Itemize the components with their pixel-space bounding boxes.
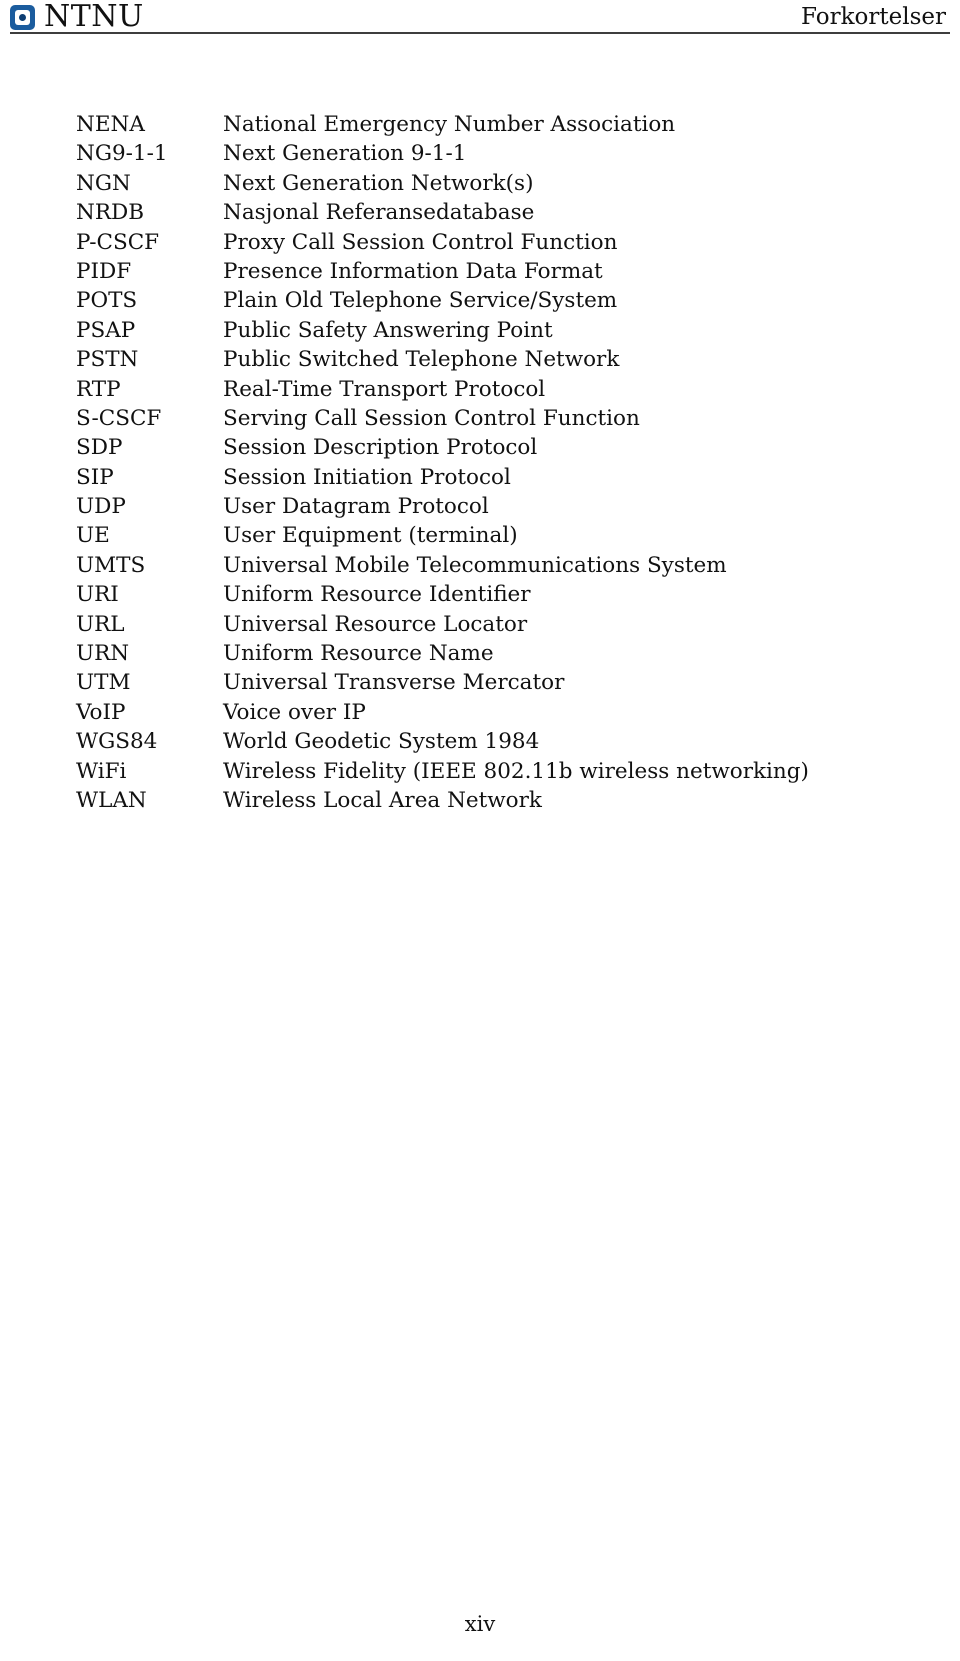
abbreviation-term: WGS84 (76, 729, 158, 755)
abbreviation-term: SDP (76, 435, 123, 461)
abbreviation-row: NG9-1-1 Next Generation 9-1-1 (76, 139, 936, 168)
abbreviation-term: UDP (76, 494, 126, 520)
ntnu-wordmark: NTNU (44, 0, 144, 34)
abbreviation-term: URN (76, 641, 130, 667)
abbreviation-definition: Serving Call Session Control Function (223, 405, 640, 431)
abbreviation-row: UTM Universal Transverse Mercator (76, 668, 936, 697)
abbreviation-row: UE User Equipment (terminal) (76, 521, 936, 550)
logo-inner-frame (15, 9, 30, 25)
abbreviation-row: UMTS Universal Mobile Telecommunications … (76, 551, 936, 580)
abbreviation-row: WLAN Wireless Local Area Network (76, 786, 936, 815)
ntnu-square-logo-icon (10, 4, 35, 30)
abbreviation-term: NG9-1-1 (76, 141, 168, 167)
abbreviation-term: WiFi (76, 758, 127, 784)
abbreviation-row: PIDF Presence Information Data Format (76, 257, 936, 286)
abbreviation-term: UTM (76, 670, 131, 696)
abbreviation-definition: World Geodetic System 1984 (223, 729, 540, 755)
abbreviation-definition: Next Generation Network(s) (223, 170, 534, 196)
abbreviation-definition: Proxy Call Session Control Function (223, 229, 618, 255)
abbreviation-row: SDP Session Description Protocol (76, 433, 936, 462)
abbreviation-definition: Uniform Resource Identifier (223, 582, 531, 608)
abbreviation-term: NGN (76, 170, 131, 196)
abbreviation-term: POTS (76, 288, 138, 314)
header-brand: NTNU (10, 2, 144, 32)
abbreviation-row: URI Uniform Resource Identifier (76, 580, 936, 609)
abbreviation-definition: Voice over IP (223, 699, 366, 725)
abbreviation-definition: Wireless Fidelity (IEEE 802.11b wireless… (223, 758, 809, 784)
abbreviation-term: PIDF (76, 258, 132, 284)
abbreviation-definition: Session Description Protocol (223, 435, 538, 461)
abbreviation-definition: National Emergency Number Association (223, 112, 676, 137)
abbreviation-row: UDP User Datagram Protocol (76, 492, 936, 521)
abbreviation-definition: Wireless Local Area Network (223, 787, 542, 813)
abbreviation-row: SIP Session Initiation Protocol (76, 463, 936, 492)
abbreviation-term: URI (76, 582, 119, 608)
abbreviation-definition: User Datagram Protocol (223, 494, 489, 520)
page-header: NTNU Forkortelser (0, 0, 960, 34)
abbreviation-term: PSTN (76, 347, 139, 373)
abbreviation-term: S-CSCF (76, 405, 162, 431)
abbreviation-term: RTP (76, 376, 121, 402)
abbreviation-definition: Public Switched Telephone Network (223, 347, 620, 373)
abbreviation-row: NGN Next Generation Network(s) (76, 169, 936, 198)
abbreviation-row: WGS84 World Geodetic System 1984 (76, 727, 936, 756)
abbreviation-definition: Public Safety Answering Point (223, 317, 553, 343)
abbreviation-row: NRDB Nasjonal Referansedatabase (76, 198, 936, 227)
page-footer: xiv (0, 1612, 960, 1636)
abbreviation-row: VoIP Voice over IP (76, 698, 936, 727)
abbreviation-row: RTP Real-Time Transport Protocol (76, 375, 936, 404)
header-divider-rule (10, 32, 950, 34)
abbreviation-definition: Plain Old Telephone Service/System (223, 288, 618, 314)
running-title: Forkortelser (801, 3, 946, 30)
page-number: xiv (464, 1612, 496, 1636)
abbreviation-definition: Nasjonal Referansedatabase (223, 200, 535, 226)
abbreviation-term: PSAP (76, 317, 136, 343)
abbreviation-term: WLAN (76, 787, 147, 813)
abbreviation-definition: Next Generation 9-1-1 (223, 141, 467, 167)
abbreviation-list: NENA National Emergency Number Associatio… (76, 110, 936, 815)
abbreviation-definition: Universal Mobile Telecommunications Syst… (223, 552, 727, 578)
abbreviation-row: NENA National Emergency Number Associatio… (76, 110, 936, 139)
abbreviation-term: UMTS (76, 552, 146, 578)
abbreviation-row: PSTN Public Switched Telephone Network (76, 345, 936, 374)
abbreviation-term: NENA (76, 112, 145, 137)
abbreviation-term: URL (76, 611, 125, 637)
abbreviation-term: NRDB (76, 200, 145, 226)
abbreviation-definition: Presence Information Data Format (223, 258, 603, 284)
abbreviation-definition: Universal Transverse Mercator (223, 670, 565, 696)
abbreviation-term: P-CSCF (76, 229, 160, 255)
abbreviation-row: POTS Plain Old Telephone Service/System (76, 286, 936, 315)
abbreviation-term: VoIP (76, 699, 126, 725)
abbreviation-definition: User Equipment (terminal) (223, 523, 518, 549)
abbreviation-term: UE (76, 523, 110, 549)
logo-inner-dot (19, 13, 26, 21)
abbreviation-row: S-CSCF Serving Call Session Control Funct… (76, 404, 936, 433)
abbreviation-definition: Session Initiation Protocol (223, 464, 511, 490)
abbreviation-definition: Universal Resource Locator (223, 611, 528, 637)
abbreviation-definition: Real-Time Transport Protocol (223, 376, 546, 402)
abbreviation-row: URN Uniform Resource Name (76, 639, 936, 668)
abbreviation-row: PSAP Public Safety Answering Point (76, 316, 936, 345)
abbreviation-row: WiFi Wireless Fidelity (IEEE 802.11b wire… (76, 757, 936, 786)
abbreviation-term: SIP (76, 464, 114, 490)
abbreviation-row: URL Universal Resource Locator (76, 610, 936, 639)
abbreviation-definition: Uniform Resource Name (223, 641, 494, 667)
abbreviation-row: P-CSCF Proxy Call Session Control Functio… (76, 228, 936, 257)
